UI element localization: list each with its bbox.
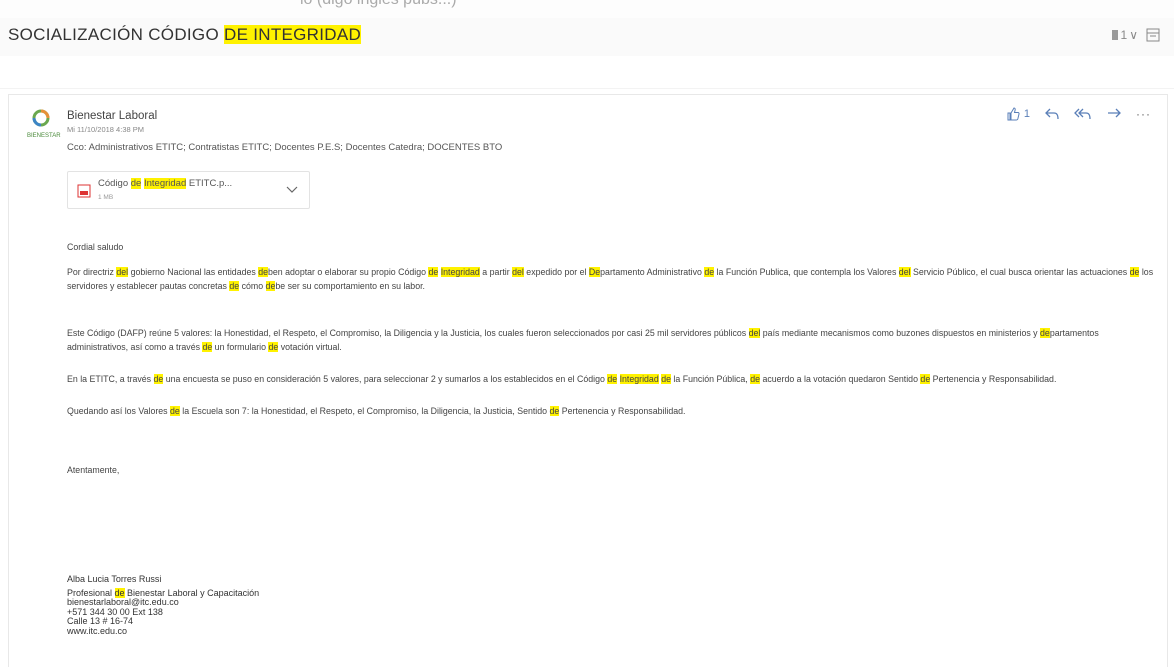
- search-highlight: de: [265, 280, 276, 291]
- text-run: Pertenencia y Responsabilidad.: [930, 374, 1057, 384]
- search-highlight: de: [202, 341, 213, 352]
- text-run: Servicio Público, el cual busca orientar…: [910, 267, 1130, 277]
- pdf-file-icon: [77, 184, 91, 198]
- message-actions: 1 ···: [1006, 107, 1151, 121]
- reading-pane-icon[interactable]: [1146, 28, 1160, 42]
- chevron-down-icon: ∨: [1129, 28, 1138, 42]
- text-run: la Escuela son 7: la Honestidad, el Resp…: [179, 406, 550, 416]
- search-highlight: del: [512, 267, 524, 277]
- text-run: Pertenencia y Responsabilidad.: [559, 406, 686, 416]
- text-run: Por directriz: [67, 267, 117, 277]
- bcc-recipients: Cco: Administrativos ETITC; Contratistas…: [67, 142, 503, 153]
- text-run: la Función Pública,: [670, 374, 751, 384]
- search-highlight: Integridad: [619, 374, 659, 384]
- text-run: ben adoptar o elaborar su propio Código: [268, 267, 429, 277]
- message-count: 1: [1120, 28, 1128, 42]
- text-run: a partir: [479, 267, 513, 277]
- search-highlight: de: [1040, 328, 1050, 338]
- search-highlight: de: [258, 267, 269, 277]
- search-highlight: de: [428, 267, 439, 277]
- message-card: BIENESTAR Bienestar Laboral Mi 11/10/201…: [8, 94, 1168, 667]
- more-options-button[interactable]: ···: [1136, 107, 1151, 121]
- email-subject: SOCIALIZACIÓN CÓDIGO DE INTEGRIDAD: [8, 25, 362, 45]
- text-run: una encuesta se puso en consideración 5 …: [163, 374, 608, 384]
- message-count-button[interactable]: 1 ∨: [1111, 28, 1138, 42]
- search-highlight: de: [268, 341, 279, 352]
- search-highlight: de: [229, 280, 240, 291]
- signature-website[interactable]: www.itc.edu.co: [67, 626, 259, 637]
- paragraph-2: Este Código (DAFP) reúne 5 valores: la H…: [67, 327, 1157, 354]
- divider: [0, 88, 1174, 89]
- text-run: Este Código (DAFP) reúne 5 valores: la H…: [67, 328, 749, 338]
- search-highlight: del: [898, 267, 911, 277]
- text-run: be ser su comportamiento en su labor.: [275, 280, 425, 291]
- message-date: Mi 11/10/2018 4:38 PM: [67, 125, 144, 134]
- attachment-name-highlight: Integridad: [143, 178, 187, 189]
- search-highlight: de: [170, 406, 180, 416]
- text-run: En la ETITC, a través: [67, 374, 154, 384]
- search-highlight: de: [1129, 267, 1140, 277]
- signature-title-highlight: de: [114, 587, 125, 598]
- search-highlight: de: [153, 374, 164, 384]
- subject-controls: 1 ∨: [1111, 28, 1160, 42]
- signature-title-part: Profesional: [67, 587, 115, 598]
- greeting: Cordial saludo: [67, 242, 124, 252]
- search-highlight: de: [920, 374, 931, 384]
- text-run: Quedando así los Valores: [67, 406, 171, 416]
- search-highlight: de: [750, 374, 760, 384]
- subject-highlight: DE INTEGRIDAD: [224, 25, 362, 44]
- attachment-size: 1 MB: [98, 194, 114, 201]
- forward-icon[interactable]: [1106, 107, 1122, 121]
- signature-name: Alba Lucia Torres Russi: [67, 574, 162, 584]
- cropped-top-label: lo (digo ingles pubs...): [300, 0, 457, 9]
- text-run: cómo: [239, 280, 266, 291]
- thread-icon: [1111, 30, 1118, 40]
- search-highlight: del: [116, 267, 129, 277]
- attachment-card[interactable]: Código de Integridad ETITC.p... 1 MB: [67, 171, 310, 209]
- text-run: partamento Administrativo: [600, 267, 705, 277]
- cropped-top-text: lo (digo ingles pubs...): [0, 0, 1174, 18]
- search-highlight: De: [588, 267, 601, 277]
- reply-icon[interactable]: [1044, 107, 1060, 121]
- sender-name[interactable]: Bienestar Laboral: [67, 110, 157, 122]
- search-highlight: de: [704, 267, 715, 277]
- text-run: votación virtual.: [278, 341, 342, 352]
- search-highlight: del: [748, 328, 761, 338]
- signature-title-part: Bienestar Laboral y Capacitación: [124, 587, 260, 598]
- search-highlight: de: [661, 374, 671, 384]
- like-button[interactable]: 1: [1006, 107, 1030, 121]
- attachment-name: Código de Integridad ETITC.p...: [98, 178, 232, 189]
- subject-bar: SOCIALIZACIÓN CÓDIGO DE INTEGRIDAD 1 ∨: [0, 18, 1174, 56]
- search-highlight: de: [549, 406, 560, 416]
- paragraph-3: En la ETITC, a través de una encuesta se…: [67, 373, 1157, 387]
- sender-logo-caption: BIENESTAR: [27, 133, 61, 139]
- attachment-name-part: ETITC.p...: [186, 178, 233, 189]
- search-highlight: Integridad: [440, 267, 480, 277]
- chevron-down-icon[interactable]: [286, 186, 298, 194]
- thumbs-up-icon: [1007, 107, 1020, 121]
- text-run: gobierno Nacional las entidades: [128, 267, 259, 277]
- text-run: un formulario: [212, 341, 269, 352]
- text-run: la Función Publica, que contempla los Va…: [714, 267, 899, 277]
- attachment-name-highlight: de: [130, 178, 142, 189]
- search-highlight: de: [607, 374, 618, 384]
- subject-text: SOCIALIZACIÓN CÓDIGO: [8, 25, 224, 44]
- text-run: acuerdo a la votación quedaron Sentido: [760, 374, 921, 384]
- paragraph-1: Por directriz del gobierno Nacional las …: [67, 266, 1157, 293]
- text-run: país mediante mecanismos como buzones di…: [760, 328, 1041, 338]
- attachment-name-part: Código: [98, 178, 131, 189]
- signature-block: Alba Lucia Torres Russi Profesional de B…: [67, 574, 260, 637]
- like-count: 1: [1023, 108, 1030, 120]
- closing: Atentamente,: [67, 465, 120, 475]
- text-run: expedido por el: [523, 267, 589, 277]
- reply-all-icon[interactable]: [1074, 107, 1092, 121]
- paragraph-4: Quedando así los Valores de la Escuela s…: [67, 405, 1157, 419]
